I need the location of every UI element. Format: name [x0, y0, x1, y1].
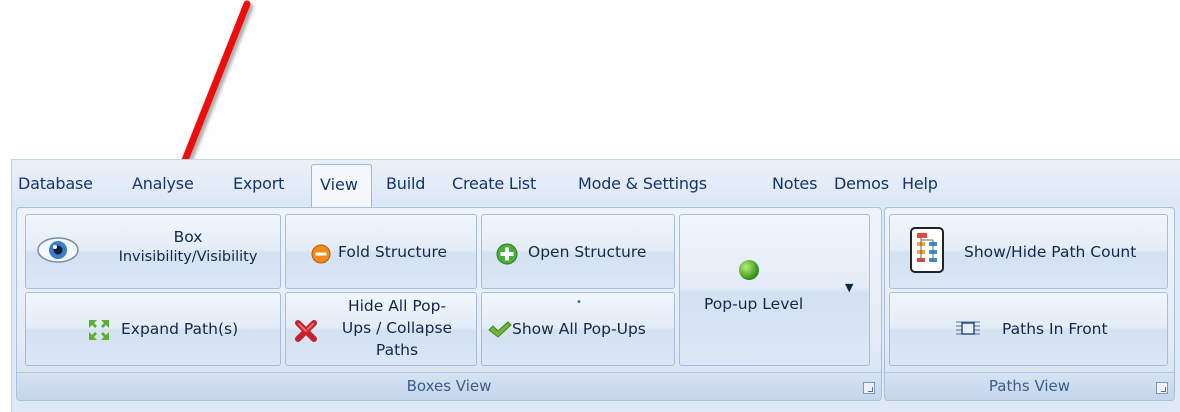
paths-view-launcher-icon[interactable] — [1156, 382, 1168, 394]
expand-paths-label: Expand Path(s) — [121, 320, 239, 338]
tab-demos[interactable]: Demos — [834, 174, 889, 193]
flowchart-icon — [910, 227, 944, 273]
fold-structure-button[interactable]: Fold Structure — [285, 214, 477, 289]
box-visibility-label-line1: Box — [173, 228, 203, 246]
paths-view-group: Paths View Show/Hide Path Count Paths In… — [884, 207, 1175, 401]
boxes-view-group: Boxes View Box Invisibility/Visibility F… — [16, 207, 882, 401]
paths-in-front-button[interactable]: Paths In Front — [889, 292, 1168, 366]
dropdown-arrow-icon[interactable]: ▼ — [845, 281, 853, 294]
red-x-icon — [295, 320, 317, 342]
small-dot-icon: • — [576, 297, 582, 308]
expand-paths-button[interactable]: Expand Path(s) — [25, 292, 281, 366]
tab-help[interactable]: Help — [902, 174, 938, 193]
minus-circle-icon — [311, 244, 331, 264]
open-structure-label: Open Structure — [528, 243, 647, 261]
checkmark-icon — [488, 321, 512, 338]
green-dot-icon — [739, 260, 759, 280]
tab-database[interactable]: Database — [18, 174, 93, 193]
popup-level-button[interactable]: Pop-up Level ▼ — [679, 214, 870, 366]
plus-circle-icon — [496, 243, 518, 265]
hide-popups-label-line2: Ups / Collapse — [341, 319, 453, 337]
tab-build[interactable]: Build — [386, 174, 425, 193]
paths-in-front-label: Paths In Front — [1002, 320, 1108, 338]
fold-structure-label: Fold Structure — [338, 243, 448, 261]
eye-icon — [37, 237, 79, 263]
tab-mode-settings[interactable]: Mode & Settings — [578, 174, 707, 193]
hide-popups-button[interactable]: Hide All Pop- Ups / Collapse Paths — [285, 292, 477, 366]
paths-view-label: Paths View — [885, 372, 1174, 400]
tab-notes[interactable]: Notes — [772, 174, 817, 193]
ribbon: Database Analyse Export View Build Creat… — [11, 159, 1180, 412]
tab-view[interactable]: View — [311, 164, 372, 209]
box-visibility-button[interactable]: Box Invisibility/Visibility — [25, 214, 281, 289]
show-hide-path-count-label: Show/Hide Path Count — [964, 243, 1137, 261]
hide-popups-label-line3: Paths — [375, 341, 419, 359]
ribbon-tab-row: Database Analyse Export View Build Creat… — [12, 160, 1180, 209]
tab-create-list[interactable]: Create List — [452, 174, 536, 193]
boxes-view-launcher-icon[interactable] — [863, 382, 875, 394]
box-visibility-label-line2: Invisibility/Visibility — [118, 249, 258, 265]
popup-level-label: Pop-up Level — [704, 295, 804, 313]
layers-icon — [956, 321, 980, 335]
hide-popups-label-line1: Hide All Pop- — [347, 297, 447, 315]
expand-arrows-icon — [89, 320, 109, 340]
show-hide-path-count-button[interactable]: Show/Hide Path Count — [889, 214, 1168, 289]
show-popups-button[interactable]: • Show All Pop-Ups — [481, 292, 675, 366]
boxes-view-label: Boxes View — [17, 372, 881, 400]
open-structure-button[interactable]: Open Structure — [481, 214, 675, 289]
tab-analyse[interactable]: Analyse — [132, 174, 194, 193]
tab-export[interactable]: Export — [233, 174, 284, 193]
show-popups-label: Show All Pop-Ups — [512, 320, 646, 338]
